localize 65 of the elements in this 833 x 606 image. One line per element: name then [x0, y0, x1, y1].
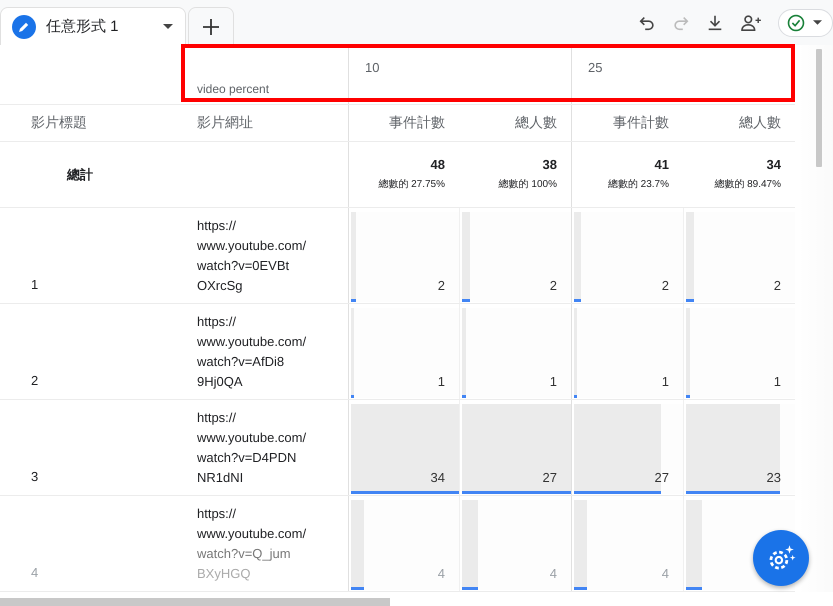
- url-line: watch?v=0EVBt: [197, 256, 290, 274]
- table-cell: 2: [774, 278, 781, 293]
- url-line: www.youtube.com/: [197, 236, 308, 255]
- column-header[interactable]: 事件計數: [389, 114, 445, 132]
- table-cell: 2: [550, 278, 557, 293]
- table-cell: 2: [662, 278, 669, 293]
- total-label: 總計: [67, 166, 93, 184]
- pencil-icon: [12, 14, 36, 38]
- url-line: https://: [197, 312, 238, 331]
- total-share: 總數的 27.75%: [378, 178, 445, 191]
- url-line: www.youtube.com/: [197, 524, 308, 543]
- table-cell: 4: [31, 565, 38, 580]
- report-tab[interactable]: 任意形式 1: [0, 7, 186, 45]
- table-cell: 34: [430, 470, 445, 485]
- column-header[interactable]: 總人數: [515, 114, 557, 132]
- column-header[interactable]: 影片網址: [197, 114, 253, 132]
- total-value: 48: [430, 157, 445, 172]
- url-line: watch?v=Q_jum: [197, 544, 292, 563]
- table-cell: 4: [662, 566, 669, 581]
- table-cell: 27: [542, 470, 557, 485]
- total-share: 總數的 100%: [498, 178, 557, 191]
- group-header: 10: [365, 60, 380, 75]
- add-person-icon[interactable]: [740, 14, 762, 32]
- group-header: 25: [588, 60, 602, 75]
- table-cell: 2: [438, 278, 445, 293]
- plus-icon: [203, 18, 219, 34]
- url-line: OXrcSg: [197, 276, 244, 295]
- url-line: watch?v=AfDi8: [197, 352, 286, 370]
- table-cell: 1: [774, 374, 781, 389]
- table-cell: 1: [31, 277, 38, 292]
- table-cell: 2: [31, 373, 38, 388]
- url-line: NR1dNI: [197, 468, 244, 486]
- url-line: https://: [197, 408, 238, 427]
- add-tab-button[interactable]: [188, 7, 234, 45]
- total-share: 總數的 89.47%: [714, 178, 781, 191]
- table-cell: 27: [654, 470, 669, 485]
- url-line: watch?v=D4PDN: [197, 448, 298, 466]
- scrollbar-thumb[interactable]: [816, 49, 822, 167]
- total-value: 38: [542, 157, 557, 172]
- table-cell: 4: [550, 566, 557, 581]
- table-cell: 1: [438, 374, 445, 389]
- url-line: https://: [197, 504, 238, 523]
- table-cell: 4: [438, 566, 445, 581]
- caret-icon: [813, 20, 822, 25]
- total-value: 41: [654, 157, 669, 172]
- url-line: BXyHGQ: [197, 564, 252, 583]
- status-dropdown[interactable]: [778, 8, 833, 36]
- table-cell: 1: [662, 374, 669, 389]
- column-header[interactable]: 總人數: [739, 114, 781, 132]
- table-cell: 1: [550, 374, 557, 389]
- dimension-label: video percent: [197, 82, 270, 96]
- url-line: www.youtube.com/: [197, 428, 308, 447]
- table-cell: 23: [766, 470, 781, 485]
- url-line: www.youtube.com/: [197, 332, 308, 351]
- table-cell: 3: [31, 469, 38, 484]
- caret-icon: [163, 24, 173, 29]
- download-icon[interactable]: [706, 14, 724, 32]
- total-value: 34: [766, 157, 781, 172]
- column-header[interactable]: 事件計數: [613, 114, 669, 132]
- url-line: 9Hj0QA: [197, 372, 244, 391]
- url-line: https://: [197, 216, 238, 235]
- check-circle-icon: [787, 14, 805, 32]
- scrollbar-thumb[interactable]: [0, 598, 390, 606]
- total-share: 總數的 23.7%: [608, 178, 669, 191]
- column-header[interactable]: 影片標題: [31, 114, 87, 132]
